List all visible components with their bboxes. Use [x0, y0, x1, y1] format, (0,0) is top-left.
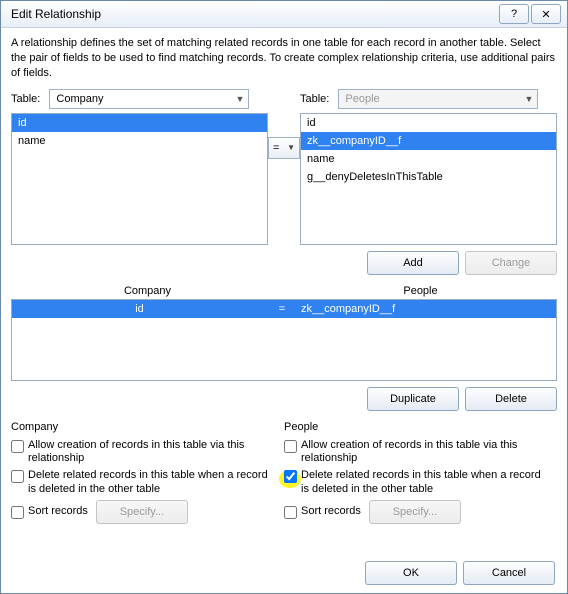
chevron-down-icon: ▼	[525, 94, 534, 104]
edit-relationship-dialog: Edit Relationship ? ✕ A relationship def…	[0, 0, 568, 594]
pairs-header-right: People	[284, 285, 557, 297]
operator-value: =	[273, 142, 279, 154]
cancel-button[interactable]: Cancel	[463, 561, 555, 585]
right-sort-checkbox[interactable]: Sort records	[284, 505, 361, 519]
help-button[interactable]: ?	[499, 4, 529, 24]
checkbox[interactable]	[11, 440, 24, 453]
pair-operator: =	[267, 303, 297, 315]
left-table-label: Table:	[11, 93, 40, 105]
checkbox[interactable]	[284, 440, 297, 453]
right-allow-creation-checkbox[interactable]: Allow creation of records in this table …	[284, 439, 545, 467]
list-item[interactable]: name	[301, 150, 556, 168]
left-table-select[interactable]: Company ▼	[49, 89, 249, 109]
right-table-value: People	[345, 93, 379, 105]
right-specify-button: Specify...	[369, 500, 461, 524]
change-button: Change	[465, 251, 557, 275]
list-item[interactable]: zk__companyID__f	[301, 132, 556, 150]
list-item[interactable]: g__denyDeletesInThisTable	[301, 168, 556, 186]
pair-row[interactable]: id = zk__companyID__f	[12, 300, 556, 318]
checkbox-label: Delete related records in this table whe…	[301, 469, 545, 497]
chevron-down-icon: ▼	[236, 94, 245, 104]
dialog-title: Edit Relationship	[7, 7, 101, 21]
checkbox[interactable]	[11, 506, 24, 519]
right-table-select[interactable]: People ▼	[338, 89, 538, 109]
left-options-header: Company	[11, 421, 272, 433]
delete-button[interactable]: Delete	[465, 387, 557, 411]
right-options-header: People	[284, 421, 545, 433]
right-table-label: Table:	[300, 93, 329, 105]
add-button[interactable]: Add	[367, 251, 459, 275]
checkbox-label: Allow creation of records in this table …	[28, 439, 272, 467]
left-delete-related-checkbox[interactable]: Delete related records in this table whe…	[11, 469, 272, 497]
pair-right: zk__companyID__f	[297, 303, 556, 315]
checkbox-label: Sort records	[28, 505, 88, 519]
pairs-list[interactable]: id = zk__companyID__f	[11, 299, 557, 381]
left-table-value: Company	[56, 93, 103, 105]
ok-button[interactable]: OK	[365, 561, 457, 585]
description-text: A relationship defines the set of matchi…	[11, 36, 557, 81]
operator-select[interactable]: = ▼	[268, 137, 300, 159]
left-specify-button: Specify...	[96, 500, 188, 524]
close-icon: ✕	[541, 8, 550, 21]
list-item[interactable]: id	[12, 114, 267, 132]
checkbox[interactable]	[284, 470, 297, 483]
duplicate-button[interactable]: Duplicate	[367, 387, 459, 411]
checkbox-label: Delete related records in this table whe…	[28, 469, 272, 497]
help-icon: ?	[511, 8, 517, 20]
checkbox-label: Sort records	[301, 505, 361, 519]
checkbox[interactable]	[11, 470, 24, 483]
chevron-down-icon: ▼	[287, 143, 295, 152]
list-item[interactable]: id	[301, 114, 556, 132]
right-delete-related-checkbox[interactable]: Delete related records in this table whe…	[284, 469, 545, 497]
right-field-list[interactable]: id zk__companyID__f name g__denyDeletesI…	[300, 113, 557, 245]
list-item[interactable]: name	[12, 132, 267, 150]
checkbox-label: Allow creation of records in this table …	[301, 439, 545, 467]
left-allow-creation-checkbox[interactable]: Allow creation of records in this table …	[11, 439, 272, 467]
pair-left: id	[12, 303, 267, 315]
pairs-header: Company People	[11, 285, 557, 297]
left-field-list[interactable]: id name	[11, 113, 268, 245]
pairs-header-left: Company	[11, 285, 284, 297]
checkbox[interactable]	[284, 506, 297, 519]
titlebar: Edit Relationship ? ✕	[1, 1, 567, 28]
close-button[interactable]: ✕	[531, 4, 561, 24]
left-sort-checkbox[interactable]: Sort records	[11, 505, 88, 519]
